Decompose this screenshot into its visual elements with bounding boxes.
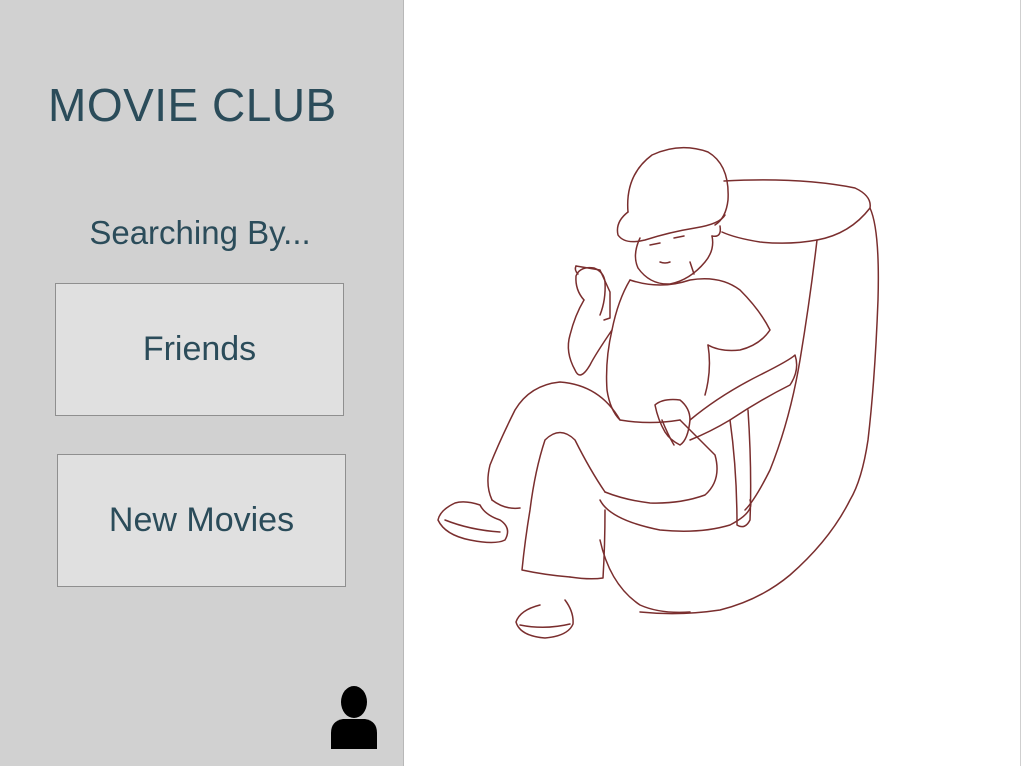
profile-button[interactable] <box>329 685 379 749</box>
app-window: MOVIE CLUB Searching By... Friends New M… <box>0 0 1022 766</box>
new-movies-button[interactable]: New Movies <box>57 454 346 587</box>
friends-button[interactable]: Friends <box>55 283 344 416</box>
user-icon <box>331 686 377 749</box>
search-by-label: Searching By... <box>89 214 311 251</box>
person-in-armchair-illustration <box>437 146 880 639</box>
new-movies-button-label: New Movies <box>108 501 295 539</box>
main-content <box>405 0 1021 766</box>
sidebar: MOVIE CLUB Searching By... Friends New M… <box>0 0 404 766</box>
app-title: MOVIE CLUB <box>48 79 337 131</box>
friends-button-label: Friends <box>142 330 257 368</box>
